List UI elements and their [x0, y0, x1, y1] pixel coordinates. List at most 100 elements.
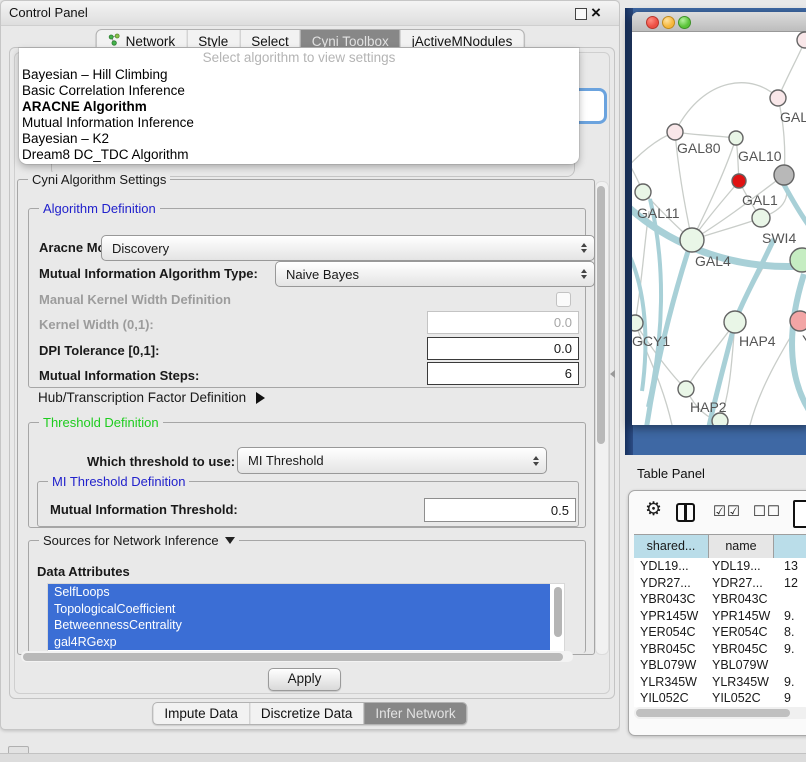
export-table-icon[interactable] — [793, 500, 806, 528]
table-row[interactable]: YIL052CYIL052C9 — [634, 690, 806, 707]
data-attributes-listbox[interactable]: SelfLoopsTopologicalCoefficientBetweenne… — [47, 583, 565, 652]
table-panel-title: Table Panel — [637, 466, 705, 481]
network-node[interactable] — [635, 184, 651, 200]
network-node[interactable] — [770, 90, 786, 106]
close-icon[interactable]: × — [591, 2, 601, 24]
dpi-tolerance-field[interactable]: 0.0 — [427, 337, 579, 360]
settings-vertical-scrollbar-thumb[interactable] — [597, 186, 605, 444]
algorithm-option[interactable]: Bayesian – K2 — [19, 131, 579, 147]
network-edge — [675, 83, 778, 132]
network-node[interactable] — [797, 32, 806, 48]
kernel-width-value: 0.0 — [554, 315, 572, 330]
mi-threshold-label: Mutual Information Threshold: — [50, 502, 238, 517]
mi-type-value: Naive Bayes — [286, 267, 359, 282]
table-row[interactable]: YBR045CYBR045C9. — [634, 641, 806, 658]
network-node[interactable] — [667, 124, 683, 140]
tab-infer-network[interactable]: Infer Network — [363, 703, 466, 724]
table-cell: YER054C — [634, 624, 708, 641]
algorithm-option[interactable]: Mutual Information Inference — [19, 115, 579, 131]
network-node[interactable] — [752, 209, 770, 227]
mi-steps-field[interactable]: 6 — [427, 362, 579, 385]
network-edge — [778, 43, 804, 98]
table-row[interactable]: YDL19...YDL19...13 — [634, 558, 806, 575]
table-row[interactable]: YER054CYER054C8. — [634, 624, 806, 641]
mi-type-label: Mutual Information Algorithm Type: — [39, 266, 258, 281]
node-label: GAL1 — [742, 192, 778, 208]
column-layout-icon[interactable] — [676, 503, 695, 522]
table-row[interactable]: YBR043CYBR043C — [634, 591, 806, 608]
sources-group-title[interactable]: Sources for Network Inference — [39, 533, 239, 548]
control-panel-window: Control Panel × Network Style Se — [0, 0, 620, 730]
list-vertical-scrollbar-thumb[interactable] — [554, 587, 562, 637]
table-cell — [772, 591, 806, 608]
table-row[interactable]: YLR345WYLR345W9. — [634, 674, 806, 691]
tab-impute-data[interactable]: Impute Data — [153, 703, 249, 724]
which-threshold-label: Which threshold to use: — [87, 454, 235, 469]
table-cell: 12 — [772, 575, 806, 592]
network-window-titlebar[interactable] — [632, 12, 806, 32]
table-horizontal-scrollbar-thumb[interactable] — [636, 709, 790, 717]
table-cell: YPR145W — [708, 608, 772, 625]
threshold-definition-title: Threshold Definition — [39, 415, 163, 430]
table-cell: YDL19... — [634, 558, 708, 575]
mi-threshold-field[interactable]: 0.5 — [424, 498, 576, 522]
which-threshold-select[interactable]: MI Threshold — [237, 447, 547, 474]
table-row[interactable]: YPR145WYPR145W9. — [634, 608, 806, 625]
settings-vertical-scrollbar[interactable] — [595, 181, 609, 655]
node-label: HAP4 — [739, 333, 776, 349]
network-node[interactable] — [732, 174, 746, 188]
network-canvas[interactable]: GALGAL80GAL10GAL1GAL11GAL4SWI4GCY1HAP4YH… — [632, 31, 806, 425]
network-node[interactable] — [774, 165, 794, 185]
network-node[interactable] — [729, 131, 743, 145]
column-header[interactable]: shared... — [634, 535, 709, 558]
network-edge-thick — [792, 274, 806, 425]
close-traffic-light[interactable] — [646, 16, 659, 29]
network-node[interactable] — [632, 315, 643, 331]
hub-tf-definition-label: Hub/Transcription Factor Definition — [38, 390, 246, 405]
data-attribute-item[interactable]: TopologicalCoefficient — [48, 601, 550, 618]
settings-horizontal-scrollbar[interactable] — [21, 651, 573, 662]
algorithm-option[interactable]: Basic Correlation Inference — [19, 83, 579, 99]
hub-tf-definition-expander[interactable]: Hub/Transcription Factor Definition — [38, 390, 265, 405]
table-horizontal-scrollbar[interactable] — [634, 707, 806, 719]
float-window-icon[interactable] — [575, 8, 587, 20]
gear-icon[interactable]: ⚙ — [645, 499, 662, 521]
network-node[interactable] — [724, 311, 746, 333]
data-attribute-item[interactable]: gal4RGexp — [48, 634, 550, 651]
node-label: GAL80 — [677, 140, 721, 156]
table-cell: YBL079W — [708, 657, 772, 674]
show-columns-icon[interactable]: ☑☑ — [713, 504, 741, 520]
algorithm-option[interactable]: Bayesian – Hill Climbing — [19, 67, 579, 83]
algorithm-option[interactable]: Dream8 DC_TDC Algorithm — [19, 147, 579, 163]
network-node[interactable] — [678, 381, 694, 397]
manual-kernel-checkbox — [556, 292, 571, 307]
table-cell — [772, 657, 806, 674]
tab-discretize-data[interactable]: Discretize Data — [249, 703, 364, 724]
table-cell: YBR043C — [708, 591, 772, 608]
minimize-traffic-light[interactable] — [662, 16, 675, 29]
data-attribute-item[interactable]: BetweennessCentrality — [48, 617, 550, 634]
table-row[interactable]: YBL079WYBL079W — [634, 657, 806, 674]
control-panel-titlebar[interactable]: Control Panel × — [1, 1, 619, 26]
data-attributes-label: Data Attributes — [37, 564, 130, 579]
hide-columns-icon[interactable]: ☐☐ — [753, 504, 781, 520]
data-attribute-item[interactable]: SelfLoops — [48, 584, 550, 601]
network-node[interactable] — [790, 311, 806, 331]
data-attributes-list: SelfLoopsTopologicalCoefficientBetweenne… — [48, 584, 564, 650]
table-cell: YLR345W — [634, 674, 708, 691]
apply-button[interactable]: Apply — [268, 668, 341, 691]
table-row[interactable]: YDR27...YDR27...12 — [634, 575, 806, 592]
column-header[interactable] — [774, 535, 806, 558]
column-header[interactable]: name — [709, 535, 774, 558]
settings-horizontal-scrollbar-thumb[interactable] — [23, 653, 563, 661]
algorithm-option[interactable]: ARACNE Algorithm — [19, 99, 579, 115]
mi-type-select[interactable]: Naive Bayes — [275, 261, 595, 287]
node-label: GAL11 — [637, 205, 680, 221]
tab-label: Discretize Data — [261, 706, 353, 721]
algorithm-dropdown-placeholder: Select algorithm to view settings — [19, 48, 579, 67]
aracne-mode-select[interactable]: Discovery — [101, 235, 595, 261]
zoom-traffic-light[interactable] — [678, 16, 691, 29]
network-node[interactable] — [680, 228, 704, 252]
network-edge — [675, 132, 736, 138]
split-pane-divider-handle[interactable] — [610, 370, 615, 378]
